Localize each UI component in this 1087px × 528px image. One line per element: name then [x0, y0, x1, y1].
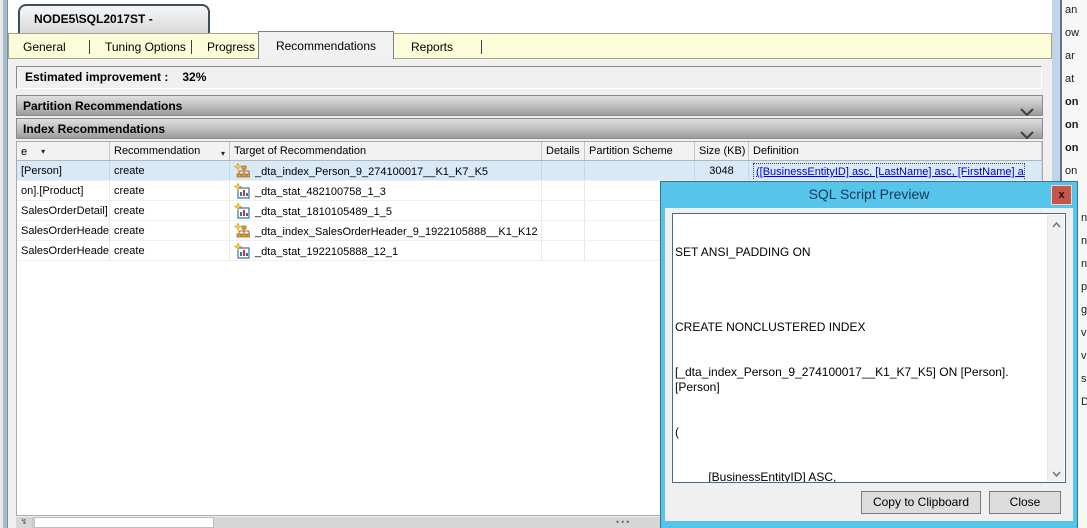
- cell-table-name: SalesOrderDetail]: [17, 201, 110, 220]
- column-header-label: Recommendation: [114, 145, 201, 157]
- tab-tuning-options[interactable]: Tuning Options: [105, 34, 186, 60]
- cell-details: [542, 161, 585, 180]
- cell-table-name: SalesOrderHeader]: [17, 241, 110, 260]
- scrollbar-corner-icon: ↯: [16, 517, 33, 528]
- column-header-size-kb[interactable]: Size (KB): [695, 142, 749, 160]
- index-recommendations-header[interactable]: Index Recommendations: [16, 118, 1043, 140]
- tab-strip: General Tuning Options Progress Recommen…: [8, 31, 1052, 60]
- dta-screenshot: an ow ar at on on on on on n n n p g v v…: [0, 0, 1087, 528]
- cell-details: [542, 201, 585, 220]
- definition-link[interactable]: ([BusinessEntityID] asc, [LastName] asc,…: [753, 163, 1025, 180]
- scroll-up-icon[interactable]: [1048, 215, 1065, 232]
- cell-recommendation: create: [110, 181, 230, 200]
- index-icon: [233, 222, 251, 239]
- statistics-icon: [233, 182, 250, 199]
- tab-separator: [191, 40, 192, 54]
- close-icon[interactable]: x: [1051, 185, 1072, 205]
- cell-target: _dta_index_SalesOrderHeader_9_1922105888…: [230, 221, 542, 240]
- cell-definition: ([BusinessEntityID] asc, [LastName] asc,…: [749, 161, 1042, 180]
- bg-text-fragment: ar: [1065, 50, 1075, 62]
- bg-text-fragment: on: [1065, 119, 1079, 131]
- session-tab[interactable]: NODE5\SQL2017ST - MySession: [18, 4, 210, 53]
- bg-text-fragment: on: [1065, 96, 1079, 108]
- cell-partition-scheme: [585, 161, 695, 180]
- table-row[interactable]: [Person] create _dta_index_Person_9_2741…: [17, 161, 1042, 181]
- cell-recommendation: create: [110, 161, 230, 180]
- cell-details: [542, 241, 585, 260]
- column-header-recommendation[interactable]: Recommendation ▾: [110, 142, 230, 160]
- estimated-improvement-value: 32%: [182, 70, 207, 84]
- tab-reports[interactable]: Reports: [411, 34, 453, 60]
- bg-text-fragment: g: [1081, 304, 1087, 316]
- filter-dropdown-icon[interactable]: ▾: [41, 144, 45, 159]
- target-name: _dta_stat_482100758_1_3: [255, 186, 386, 198]
- statistics-icon: [233, 202, 250, 219]
- cell-details: [542, 221, 585, 240]
- cell-table-name: [Person]: [17, 161, 110, 180]
- sql-script-text: SET ANSI_PADDING ON CREATE NONCLUSTERED …: [675, 245, 1009, 483]
- cell-target: _dta_stat_1922105888_12_1: [230, 241, 542, 260]
- dialog-title: SQL Script Preview: [808, 186, 930, 202]
- cell-target: _dta_stat_1810105489_1_5: [230, 201, 542, 220]
- grid-header-row: e ▾ Recommendation ▾ Target of Recommendat…: [17, 142, 1042, 161]
- target-name: _dta_index_Person_9_274100017__K1_K7_K5: [255, 166, 489, 178]
- bg-text-fragment: D: [1081, 396, 1087, 408]
- target-name: _dta_stat_1922105888_12_1: [255, 246, 399, 258]
- scrollbar-thumb[interactable]: [34, 517, 214, 528]
- close-button[interactable]: Close: [989, 491, 1061, 514]
- estimated-improvement-label: Estimated improvement :: [25, 70, 169, 84]
- bg-text-fragment: v: [1081, 327, 1087, 339]
- bg-text-fragment: s: [1081, 373, 1087, 385]
- cell-recommendation: create: [110, 241, 230, 260]
- tab-progress[interactable]: Progress: [207, 34, 255, 60]
- section-title: Partition Recommendations: [23, 99, 183, 113]
- target-name: _dta_stat_1810105489_1_5: [255, 206, 393, 218]
- cell-target: _dta_index_Person_9_274100017__K1_K7_K5: [230, 161, 542, 180]
- tab-general[interactable]: General: [23, 34, 66, 60]
- target-name: _dta_index_SalesOrderHeader_9_1922105888…: [255, 226, 538, 238]
- sql-script-textarea[interactable]: SET ANSI_PADDING ON CREATE NONCLUSTERED …: [672, 213, 1066, 483]
- bg-text-fragment: v: [1081, 350, 1087, 362]
- column-header-label: e: [21, 146, 28, 158]
- vertical-scrollbar[interactable]: [1047, 215, 1064, 481]
- bg-text-fragment: n: [1081, 235, 1087, 247]
- column-header-details[interactable]: Details: [542, 142, 585, 160]
- filter-dropdown-icon[interactable]: ▾: [221, 146, 225, 160]
- tab-separator: [481, 40, 482, 54]
- cell-target: _dta_stat_482100758_1_3: [230, 181, 542, 200]
- scrollbar-grip-dots: •••: [616, 517, 632, 527]
- column-header-target[interactable]: Target of Recommendation: [230, 142, 542, 160]
- cell-recommendation: create: [110, 201, 230, 220]
- column-header-table[interactable]: e ▾: [17, 142, 110, 160]
- bg-text-fragment: ow: [1065, 27, 1080, 39]
- bg-text-fragment: on: [1065, 142, 1079, 154]
- cell-details: [542, 181, 585, 200]
- index-icon: [233, 162, 251, 179]
- cell-table-name: SalesOrderHeader]: [17, 221, 110, 240]
- column-header-definition[interactable]: Definition: [749, 142, 1042, 160]
- cell-recommendation: create: [110, 221, 230, 240]
- statistics-icon: [233, 242, 250, 259]
- bg-text-fragment: n: [1081, 258, 1087, 270]
- bg-text-fragment: n: [1081, 212, 1087, 224]
- scroll-down-icon[interactable]: [1048, 464, 1065, 481]
- section-title: Index Recommendations: [23, 122, 166, 136]
- partition-recommendations-header[interactable]: Partition Recommendations: [16, 95, 1043, 117]
- bg-text-fragment: p: [1081, 281, 1087, 293]
- copy-to-clipboard-button[interactable]: Copy to Clipboard: [861, 491, 981, 514]
- tab-separator: [89, 40, 90, 54]
- column-header-partition-scheme[interactable]: Partition Scheme▾: [585, 142, 695, 160]
- column-header-label: Partition Scheme: [589, 145, 673, 157]
- cell-size-kb: 3048: [695, 161, 749, 180]
- cell-table-name: on].[Product]: [17, 181, 110, 200]
- estimated-improvement: Estimated improvement : 32%: [16, 66, 1042, 89]
- bg-text-fragment: on: [1065, 165, 1078, 177]
- bg-text-fragment: at: [1065, 73, 1075, 85]
- bg-text-fragment: an: [1065, 4, 1078, 16]
- sql-script-preview-dialog: SQL Script Preview x SET ANSI_PADDING ON…: [661, 182, 1077, 528]
- tab-recommendations[interactable]: Recommendations: [258, 31, 394, 60]
- dialog-body: SET ANSI_PADDING ON CREATE NONCLUSTERED …: [665, 208, 1073, 521]
